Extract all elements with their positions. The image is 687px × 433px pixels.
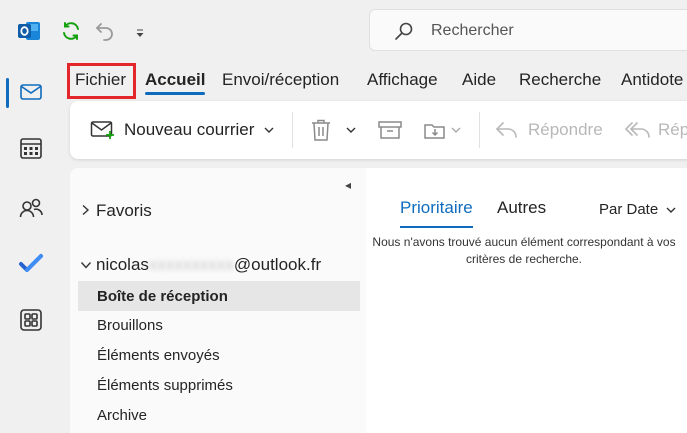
search-placeholder: Rechercher [431,22,514,39]
calendar-icon[interactable] [0,122,62,174]
chevron-down-icon [666,207,676,213]
sort-label: Par Date [599,201,659,218]
tab-other[interactable]: Autres [497,198,546,218]
new-mail-button[interactable]: Nouveau courrier [90,101,274,159]
empty-line-1: Nous n'avons trouvé aucun élément corres… [372,235,676,249]
title-bar: Rechercher [0,0,687,62]
archive-icon [377,119,403,141]
folder-label: Boîte de réception [97,287,228,305]
tab-envoi-reception[interactable]: Envoi/réception [222,70,339,90]
chevron-down-icon[interactable] [451,126,461,134]
folder-label: Éléments envoyés [97,346,220,364]
ribbon-tabs: Fichier Accueil Envoi/réception Affichag… [62,62,687,98]
account-header[interactable]: nicolas xxxxxxxxxx @outlook.fr [80,250,362,280]
tab-antidote[interactable]: Antidote [621,70,683,90]
favorites-header[interactable]: Favoris [80,196,362,226]
search-input[interactable]: Rechercher [369,9,687,51]
reply-all-label: Rép [658,120,687,139]
outlook-logo-icon[interactable] [17,19,41,43]
folder-label: Archive [97,406,148,424]
ribbon-toolbar: Nouveau courrier Répondre Rép [70,101,687,159]
todo-icon[interactable] [0,238,62,290]
folder-label: Éléments supprimés [97,376,233,394]
sync-icon[interactable] [60,20,82,42]
rail-active-indicator [6,78,9,108]
apps-icon[interactable] [0,294,62,346]
fichier-highlight-box [67,63,136,99]
chevron-down-icon[interactable] [346,126,356,134]
ribbon-separator [479,112,480,148]
favorites-label: Favoris [96,201,152,220]
account-suffix: @outlook.fr [233,255,322,274]
folder-inbox[interactable]: Boîte de réception [78,281,360,311]
chevron-right-icon [80,201,92,221]
account-hidden: xxxxxxxxxx [148,255,234,274]
new-mail-label: Nouveau courrier [124,120,255,139]
collapse-pane-icon[interactable]: ◂ [345,178,351,192]
folder-pane: ◂ Favoris nicolas xxxxxxxxxx @outlook.fr B… [70,168,366,433]
tab-recherche[interactable]: Recherche [519,70,601,90]
chevron-down-icon[interactable] [134,26,146,38]
move-button[interactable] [423,101,461,159]
sort-button[interactable]: Par Date [599,201,676,218]
folder-label: Brouillons [97,316,163,334]
reply-button[interactable]: Répondre [495,101,603,159]
delete-button[interactable] [310,101,356,159]
folder-deleted[interactable]: Éléments supprimés [78,370,360,400]
trash-icon [310,118,332,142]
search-icon [394,21,414,41]
chevron-down-icon [80,255,92,275]
account-prefix: nicolas [96,255,149,274]
archive-button[interactable] [377,101,403,159]
app-rail [0,62,62,433]
reply-icon [495,119,519,141]
message-list: Prioritaire Autres Par Date Nous n'avons… [366,168,687,433]
folder-archive[interactable]: Archive [78,400,360,430]
empty-state-message: Nous n'avons trouvé aucun élément corres… [334,234,687,268]
folder-sent[interactable]: Éléments envoyés [78,340,360,370]
tab-affichage[interactable]: Affichage [367,70,438,90]
move-icon [423,119,449,141]
reply-all-icon [624,119,652,141]
tab-focused[interactable]: Prioritaire [400,198,473,228]
mail-icon[interactable] [0,66,62,118]
new-mail-icon [90,119,116,141]
chevron-down-icon[interactable] [264,126,274,134]
people-icon[interactable] [0,182,62,234]
empty-line-2: critères de recherche. [465,252,583,266]
reply-all-button[interactable]: Rép [624,101,687,159]
ribbon-separator [292,112,293,148]
undo-icon[interactable] [94,20,116,42]
tab-accueil[interactable]: Accueil [145,70,206,95]
tab-aide[interactable]: Aide [462,70,496,90]
reply-label: Répondre [528,120,603,139]
folder-drafts[interactable]: Brouillons [78,310,360,340]
